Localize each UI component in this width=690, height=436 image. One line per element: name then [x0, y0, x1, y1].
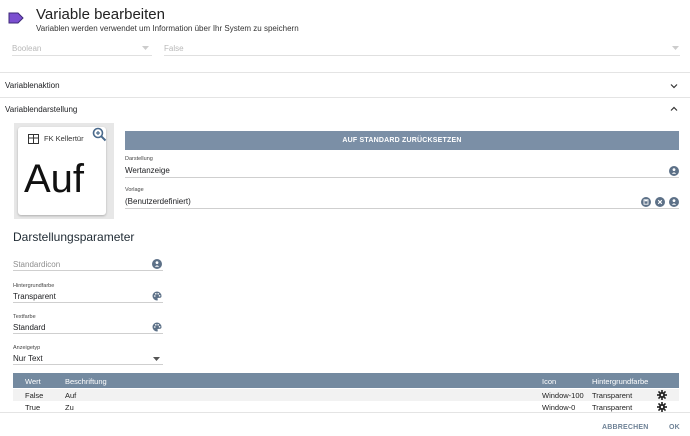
- chevron-down-icon: [142, 46, 149, 50]
- chevron-down-icon[interactable]: [669, 81, 679, 91]
- gear-icon[interactable]: [657, 402, 667, 412]
- row-value: False: [25, 391, 44, 400]
- text-color-label: Textfarbe: [13, 314, 36, 320]
- palette-icon[interactable]: [152, 322, 162, 332]
- chevron-down-icon: [672, 46, 679, 50]
- info-icon[interactable]: [669, 166, 679, 176]
- type-underline: [12, 55, 152, 56]
- info-icon[interactable]: [669, 197, 679, 207]
- template-field[interactable]: (Benutzerdefiniert): [125, 197, 191, 206]
- params-title: Darstellungsparameter: [13, 230, 135, 244]
- column-header-icon[interactable]: Icon: [542, 377, 556, 386]
- divider: [0, 97, 690, 98]
- section-variable-action[interactable]: Variablenaktion: [5, 81, 60, 90]
- value-underline: [164, 55, 680, 56]
- preview-value: Auf: [24, 157, 85, 201]
- row-caption: Auf: [65, 391, 77, 400]
- gear-icon[interactable]: [657, 390, 667, 400]
- background-color-label: Hintergrundfarbe: [13, 283, 55, 289]
- presentation-underline: [125, 177, 679, 178]
- section-variable-display[interactable]: Variablendarstellung: [5, 105, 77, 114]
- column-header-caption[interactable]: Beschriftung: [65, 377, 107, 386]
- cancel-button[interactable]: ABBRECHEN: [602, 424, 649, 431]
- window-icon: [28, 134, 39, 144]
- text-color-underline: [13, 333, 163, 334]
- clear-icon[interactable]: [655, 197, 665, 207]
- default-icon-field[interactable]: Standardicon: [13, 260, 60, 269]
- row-value: True: [25, 403, 41, 412]
- table-row[interactable]: [13, 401, 679, 412]
- text-color-field[interactable]: Standard: [13, 323, 45, 332]
- column-header-background[interactable]: Hintergrundfarbe: [592, 377, 648, 386]
- variable-tag-icon: [8, 12, 24, 24]
- presentation-label: Darstellung: [125, 156, 153, 162]
- table-header: [13, 373, 679, 388]
- reset-to-default-button[interactable]: AUF STANDARD ZURÜCKSETZEN: [125, 131, 679, 150]
- zoom-in-icon[interactable]: [92, 127, 107, 142]
- row-icon: Window-100: [542, 391, 584, 400]
- chevron-up-icon[interactable]: [669, 104, 679, 114]
- row-caption: Zu: [65, 403, 74, 412]
- footer-divider: [0, 412, 690, 413]
- palette-icon[interactable]: [152, 291, 162, 301]
- dialog-subtitle: Variablen werden verwendet um Informatio…: [36, 24, 299, 33]
- save-icon[interactable]: [641, 197, 651, 207]
- template-underline: [125, 208, 679, 209]
- ok-button[interactable]: OK: [669, 424, 680, 431]
- type-select[interactable]: Boolean: [12, 44, 41, 53]
- dialog-title: Variable bearbeiten: [36, 6, 165, 23]
- template-label: Vorlage: [125, 187, 144, 193]
- row-icon: Window-0: [542, 403, 576, 412]
- chevron-down-icon[interactable]: [153, 357, 160, 362]
- presentation-field[interactable]: Wertanzeige: [125, 166, 170, 175]
- row-background: Transparent: [592, 391, 633, 400]
- display-type-label: Anzeigetyp: [13, 345, 41, 351]
- background-color-field[interactable]: Transparent: [13, 292, 56, 301]
- display-type-underline: [13, 364, 163, 365]
- column-header-value[interactable]: Wert: [25, 377, 41, 386]
- divider: [0, 72, 690, 73]
- value-select[interactable]: False: [164, 44, 184, 53]
- preview-name: FK Kellertür: [44, 134, 84, 143]
- info-icon[interactable]: [152, 259, 162, 269]
- default-icon-underline: [13, 270, 163, 271]
- row-background: Transparent: [592, 403, 633, 412]
- display-type-select[interactable]: Nur Text: [13, 354, 43, 363]
- background-color-underline: [13, 302, 163, 303]
